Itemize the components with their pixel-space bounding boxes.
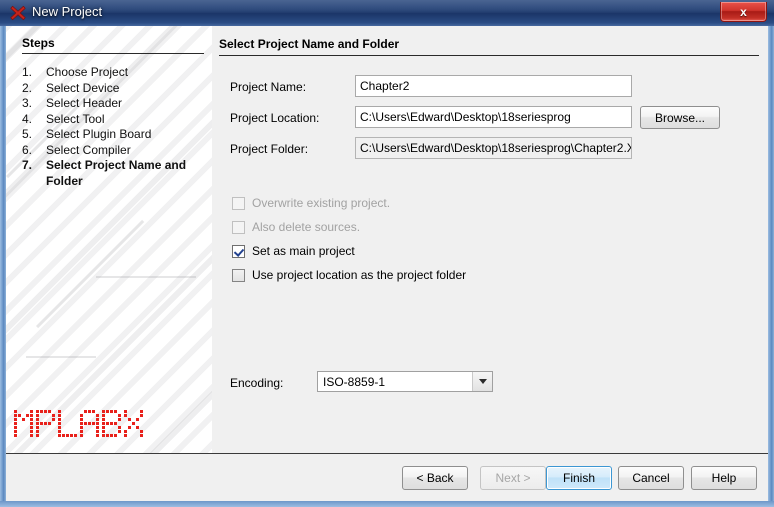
step-label: Select Tool [46,111,105,126]
logo-letter [58,410,77,437]
window-frame: New Project x Steps 1. Choose Project 2. Se… [0,0,774,507]
main-content-panel: Select Project Name and Folder Project N… [212,26,768,453]
checkbox-row[interactable]: Set as main project [232,244,355,258]
step-item: 2. Select Device [22,81,204,97]
title-bar: New Project x [0,0,774,26]
checkbox-row[interactable]: Use project location as the project fold… [232,268,466,282]
project-folder-value: C:\Users\Edward\Desktop\18seriesprog\Cha… [355,137,632,159]
circuit-trace [96,276,196,278]
help-button[interactable]: Help [691,466,757,490]
step-label: Select Device [46,80,120,95]
step-label: Select Project Name and Folder [46,158,187,188]
step-item: 7. Select Project Name and Folder [22,158,204,189]
back-button[interactable]: < Back [402,466,468,490]
project-location-input[interactable]: C:\Users\Edward\Desktop\18seriesprog [355,106,632,128]
project-name-input[interactable]: Chapter2 [355,75,632,97]
step-item: 1. Choose Project [22,65,204,81]
logo-letter [124,410,143,437]
close-button[interactable]: x [720,2,767,22]
frame-edge-right [768,26,774,507]
frame-edge-bottom [0,501,774,507]
project-folder-label: Project Folder: [230,142,309,156]
chevron-down-icon[interactable] [472,372,492,391]
step-number: 4. [22,111,33,126]
steps-heading: Steps [22,36,204,54]
step-item: 6. Select Compiler [22,143,204,159]
encoding-select[interactable]: ISO-8859-1 [317,371,493,392]
checkbox-icon[interactable] [232,268,245,282]
step-label: Choose Project [46,65,129,79]
step-item: 3. Select Header [22,96,204,112]
steps-list: Steps 1. Choose Project 2. Select Device 3. S… [22,36,204,189]
checkbox-row: Also delete sources. [232,220,360,234]
step-item: 5. Select Plugin Board [22,127,204,143]
dialog-client-area: Steps 1. Choose Project 2. Select Device 3. S… [6,26,768,501]
red-x-icon [10,5,26,21]
finish-button[interactable]: Finish [546,466,612,490]
step-number: 3. [22,96,33,110]
dialog-button-bar: < Back Next > Finish Cancel Help [6,453,768,501]
logo-letter [14,410,33,437]
checkbox-label: Also delete sources. [252,220,361,234]
step-label: Select Compiler [46,142,131,157]
logo-letter [80,410,99,437]
project-location-label: Project Location: [230,111,320,125]
steps-side-panel: Steps 1. Choose Project 2. Select Device 3. S… [6,26,212,453]
checkbox-label: Use project location as the project fold… [252,268,467,282]
step-number: 1. [22,65,33,79]
titlebar-gloss [0,0,774,13]
checkbox-label: Overwrite existing project. [252,196,391,210]
step-item: 4. Select Tool [22,112,204,128]
checkbox-row: Overwrite existing project. [232,196,390,210]
mplabx-logo [14,410,206,450]
cancel-button[interactable]: Cancel [618,466,684,490]
browse-button[interactable]: Browse... [640,106,720,129]
page-title: Select Project Name and Folder [219,37,759,56]
step-number: 7. [22,158,33,172]
checkbox-icon[interactable] [232,244,245,258]
checkbox-icon [232,220,245,234]
encoding-label: Encoding: [230,376,284,390]
step-label: Select Header [46,96,123,110]
checkbox-icon [232,196,245,210]
step-number: 6. [22,142,33,157]
step-number: 5. [22,127,33,141]
encoding-selected-value: ISO-8859-1 [323,374,386,389]
step-number: 2. [22,80,33,95]
window-title: New Project [32,4,103,19]
checkbox-label: Set as main project [252,244,355,258]
logo-letter [102,410,121,437]
project-name-label: Project Name: [230,80,307,94]
step-label: Select Plugin Board [46,127,152,141]
circuit-trace [26,356,96,358]
next-button: Next > [480,466,546,490]
logo-letter [36,410,55,437]
close-icon: x [740,4,747,19]
